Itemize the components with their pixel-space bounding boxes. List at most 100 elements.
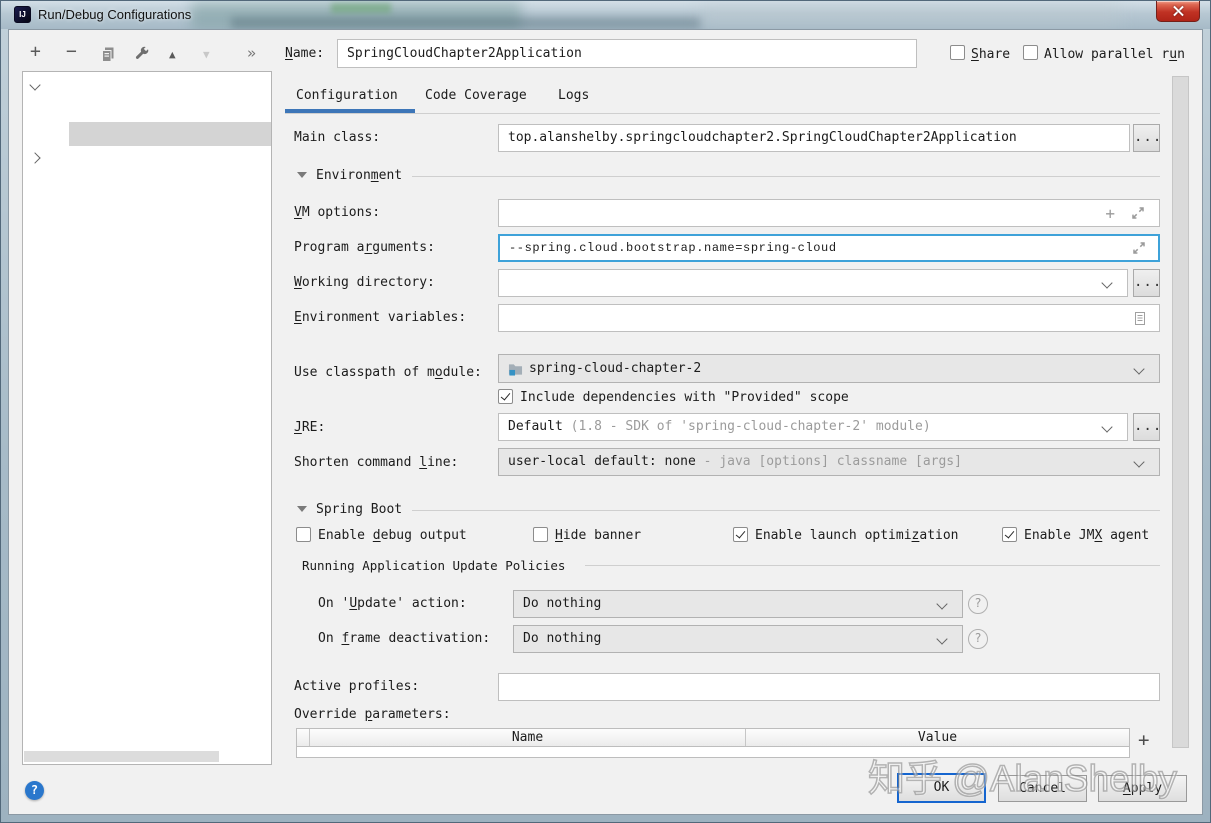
- provided-scope-label: Include dependencies with "Provided" sco…: [520, 390, 849, 406]
- update-policies-line: [585, 565, 1160, 566]
- tab-code-coverage[interactable]: Code Coverage: [425, 88, 527, 104]
- spring-boot-icon: [51, 78, 98, 98]
- environment-variables-input[interactable]: [498, 304, 1160, 332]
- spring-boot-collapse-arrow-icon[interactable]: [297, 506, 307, 512]
- chevron-down-icon: [936, 598, 947, 609]
- table-header-value[interactable]: Value: [746, 729, 1129, 746]
- close-button[interactable]: [1156, 1, 1200, 22]
- wrench-icon: [53, 151, 100, 170]
- jre-combobox[interactable]: Default (1.8 - SDK of 'spring-cloud-chap…: [498, 413, 1128, 441]
- spring-boot-icon: [73, 126, 120, 146]
- plus-icon[interactable]: +: [1105, 204, 1115, 223]
- frame-deactivation-help-icon[interactable]: ?: [968, 629, 988, 649]
- active-profiles-label: Active profiles:: [294, 679, 419, 695]
- on-update-action-combobox[interactable]: Do nothing: [513, 590, 963, 618]
- list-document-icon[interactable]: [1133, 311, 1147, 326]
- hide-banner-checkbox[interactable]: [533, 527, 548, 542]
- spring-boot-section-line: [412, 510, 1160, 511]
- vm-options-input[interactable]: +: [498, 199, 1160, 227]
- intellij-app-icon: IJ: [14, 6, 31, 23]
- tab-configuration[interactable]: Configuration: [296, 88, 398, 104]
- override-table-header[interactable]: Name Value: [296, 728, 1130, 747]
- shorten-command-line-value: user-local default: none - java [options…: [508, 449, 962, 475]
- tree-node-templates[interactable]: Templates: [23, 146, 271, 170]
- spring-boot-section-label: Spring Boot: [316, 502, 402, 518]
- enable-launch-optimization-checkbox[interactable]: [733, 527, 748, 542]
- name-value: SpringCloudChapter2Application: [347, 40, 582, 67]
- program-arguments-input[interactable]: --spring.cloud.bootstrap.name=spring-clo…: [498, 234, 1160, 262]
- module-classpath-combobox[interactable]: spring-cloud-chapter-2: [498, 354, 1160, 383]
- environment-collapse-arrow-icon[interactable]: [297, 172, 307, 178]
- main-class-browse-button[interactable]: ...: [1133, 124, 1160, 152]
- copy-configuration-button[interactable]: [100, 46, 116, 62]
- enable-debug-output-label: Enable debug output: [318, 528, 467, 544]
- expand-field-icon[interactable]: [1131, 206, 1145, 220]
- environment-section-label: Environment: [316, 168, 402, 184]
- chevron-down-icon: [1101, 421, 1112, 432]
- enable-debug-output-checkbox[interactable]: [296, 527, 311, 542]
- shorten-command-line-combobox[interactable]: user-local default: none - java [options…: [498, 448, 1160, 476]
- move-down-button[interactable]: ▼: [203, 46, 210, 64]
- edit-templates-button[interactable]: [134, 46, 150, 62]
- tree-node-spring-boot[interactable]: Spring Boot: [23, 74, 271, 98]
- chevron-double-right-icon: »: [247, 44, 256, 62]
- close-icon: [1173, 6, 1184, 17]
- provided-scope-checkbox[interactable]: [498, 389, 513, 404]
- share-label: Share: [971, 47, 1010, 63]
- environment-section-line: [412, 176, 1160, 177]
- tree-node-chapter1[interactable]: SpringCloudChapter1App: [23, 98, 271, 122]
- main-class-label: Main class:: [294, 130, 380, 146]
- add-configuration-button[interactable]: +: [30, 43, 41, 61]
- remove-configuration-button[interactable]: −: [66, 43, 77, 61]
- active-profiles-input[interactable]: [498, 673, 1160, 701]
- on-update-action-label: On 'Update' action:: [318, 596, 467, 612]
- tree-node-chapter2-selected[interactable]: SpringCloudChapter2App: [23, 122, 271, 146]
- move-up-button[interactable]: ▲: [169, 46, 176, 64]
- configurations-tree: Spring Boot SpringCloudChapter1App Sprin…: [22, 71, 272, 765]
- more-actions-button[interactable]: »: [247, 44, 256, 62]
- chevron-down-icon: [936, 633, 947, 644]
- main-class-input[interactable]: top.alanshelby.springcloudchapter2.Sprin…: [498, 124, 1130, 152]
- module-folder-icon: [508, 362, 523, 376]
- spring-boot-icon: [73, 102, 120, 122]
- vertical-scrollbar[interactable]: [1172, 76, 1189, 748]
- tree-horizontal-scrollbar[interactable]: [24, 751, 219, 762]
- table-header-name[interactable]: Name: [310, 729, 746, 746]
- override-parameters-label: Override parameters:: [294, 707, 451, 723]
- arrow-up-icon: ▲: [169, 48, 176, 61]
- jre-browse-button[interactable]: ...: [1133, 413, 1160, 441]
- chevron-down-icon: [1133, 456, 1144, 467]
- chevron-expanded-icon[interactable]: [29, 79, 40, 90]
- working-directory-label: Working directory:: [294, 275, 435, 291]
- working-directory-input[interactable]: [498, 269, 1128, 297]
- share-checkbox[interactable]: [950, 45, 965, 60]
- on-update-action-value: Do nothing: [523, 591, 601, 617]
- chevron-collapsed-icon[interactable]: [29, 152, 40, 163]
- titlebar-glass-blur: [331, 3, 391, 13]
- main-class-value: top.alanshelby.springcloudchapter2.Sprin…: [508, 125, 1017, 151]
- minus-icon: −: [66, 41, 77, 62]
- help-button[interactable]: ?: [25, 781, 44, 800]
- enable-launch-optimization-label: Enable launch optimization: [755, 528, 959, 544]
- window-title: Run/Debug Configurations: [38, 7, 191, 22]
- allow-parallel-run-checkbox[interactable]: [1023, 45, 1038, 60]
- name-input[interactable]: SpringCloudChapter2Application: [337, 39, 917, 68]
- tab-logs[interactable]: Logs: [558, 88, 589, 104]
- working-directory-browse-button[interactable]: ...: [1133, 269, 1160, 297]
- arrow-down-icon: ▼: [203, 48, 210, 61]
- use-classpath-label: Use classpath of module:: [294, 365, 482, 381]
- wrench-icon: [134, 46, 150, 62]
- on-frame-deactivation-combobox[interactable]: Do nothing: [513, 625, 963, 653]
- update-policies-title: Running Application Update Policies: [302, 558, 565, 574]
- expand-field-icon[interactable]: [1132, 241, 1146, 255]
- copy-icon: [100, 46, 116, 62]
- titlebar-glass-blur: [701, 1, 1121, 29]
- zhihu-watermark: 知乎 @AlanShelby: [868, 748, 1198, 802]
- update-action-help-icon[interactable]: ?: [968, 594, 988, 614]
- enable-jmx-agent-checkbox[interactable]: [1002, 527, 1017, 542]
- hide-banner-label: Hide banner: [555, 528, 641, 544]
- shorten-command-line-label: Shorten command line:: [294, 455, 458, 471]
- vm-options-label: VM options:: [294, 205, 380, 221]
- program-arguments-value: --spring.cloud.bootstrap.name=spring-clo…: [509, 236, 837, 260]
- allow-parallel-run-label: Allow parallel run: [1044, 47, 1185, 63]
